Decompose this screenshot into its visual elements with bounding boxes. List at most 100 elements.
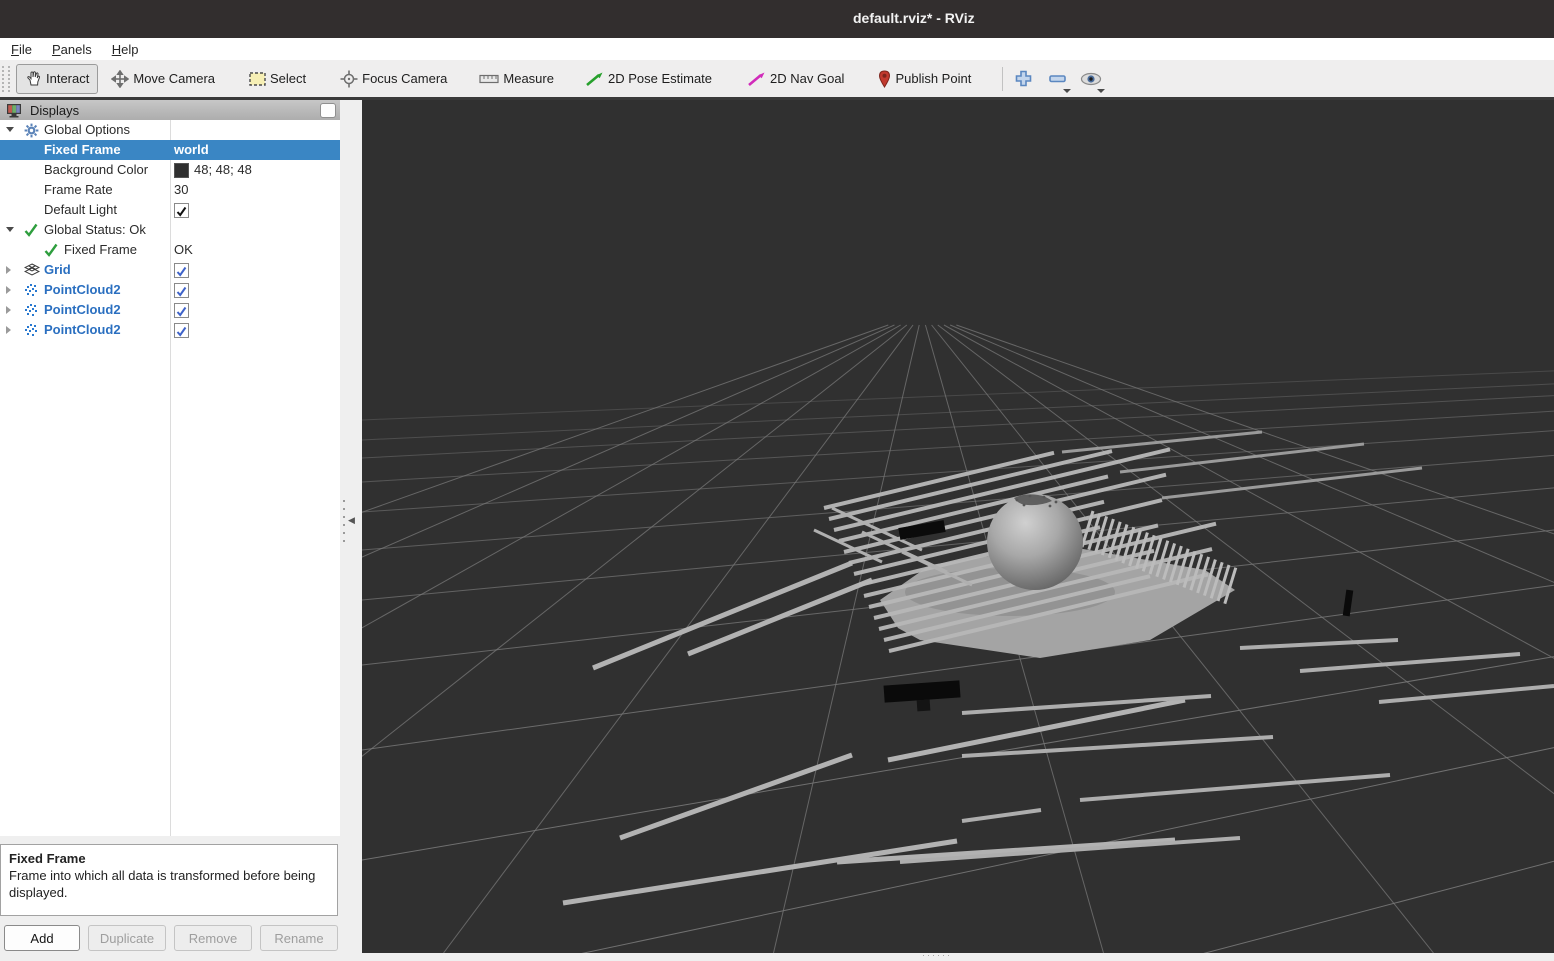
splitter-dots [343,500,345,548]
tool-label: 2D Pose Estimate [607,71,713,86]
tree-row-default-light[interactable]: Default Light [0,200,340,220]
zoom-in-button[interactable] [1009,64,1037,94]
row-label: Frame Rate [44,182,113,197]
row-label: PointCloud2 [44,322,121,337]
property-description: Fixed Frame Frame into which all data is… [0,844,338,916]
menu-panels[interactable]: Panels [49,42,95,57]
row-value[interactable]: 30 [174,180,188,200]
toolbar-drag-handle[interactable] [2,65,10,92]
row-label: Global Status: Ok [44,222,146,237]
row-value[interactable]: 48; 48; 48 [194,160,252,180]
toolbar: Interact Move Camera Select Focus Camera [0,60,1554,100]
description-body: Frame into which all data is transformed… [9,868,316,900]
tool-label: Select [270,71,307,86]
expander-down-icon[interactable] [6,227,14,232]
row-label: Fixed Frame [64,242,137,257]
hand-icon [27,71,41,86]
tool-label: Move Camera [133,71,215,86]
panel-float-button[interactable] [320,103,336,118]
tool-move-camera[interactable]: Move Camera [102,64,224,94]
row-label: PointCloud2 [44,282,121,297]
panel-splitter[interactable]: ◀ [340,100,362,961]
color-swatch[interactable] [174,163,189,178]
checkbox-checked[interactable] [174,283,189,298]
displays-panel-header[interactable]: Displays [0,100,340,120]
bottom-splitter-dots[interactable]: ······ [922,950,952,960]
chevron-down-icon[interactable] [1097,88,1106,93]
tool-label: 2D Nav Goal [770,71,845,86]
toolbar-separator [1002,66,1004,91]
row-label: Grid [44,262,71,277]
tree-row-frame-rate[interactable]: Frame Rate 30 [0,180,340,200]
pose-arrow-icon [586,72,603,86]
row-label: Global Options [44,122,130,137]
select-box-icon [249,71,266,86]
collapse-arrow-icon[interactable]: ◀ [348,515,355,526]
zoom-out-button[interactable] [1043,64,1072,94]
chevron-down-icon[interactable] [1063,88,1072,93]
checkbox-checked[interactable] [174,303,189,318]
green-check-icon [24,223,38,237]
tree-row-global-options[interactable]: Global Options [0,120,340,140]
menu-file[interactable]: File [8,42,35,57]
tree-row-background-color[interactable]: Background Color 48; 48; 48 [0,160,340,180]
row-label: Background Color [44,162,149,177]
viewport-3d[interactable] [0,100,1554,961]
add-button[interactable]: Add [4,925,80,951]
tool-interact[interactable]: Interact [16,63,99,94]
expander-right-icon[interactable] [6,286,11,294]
remove-button[interactable]: Remove [174,925,252,951]
displays-tree: Global Options Fixed Frame world Backgro… [0,120,341,836]
gear-icon [24,123,39,138]
tool-focus-camera[interactable]: Focus Camera [331,64,456,94]
black-rod [1342,589,1354,617]
tree-row-global-status[interactable]: Global Status: Ok [0,220,340,240]
checkbox-checked[interactable] [174,323,189,338]
move-arrows-icon [111,69,130,88]
tool-select[interactable]: Select [240,64,315,94]
tool-measure[interactable]: Measure [470,64,563,94]
render-options-button[interactable] [1077,64,1106,94]
nav-goal-arrow-icon [748,72,765,86]
panel-title: Displays [30,102,80,118]
tree-row-pointcloud2-1[interactable]: PointCloud2 [0,280,340,300]
tool-2d-pose-estimate[interactable]: 2D Pose Estimate [577,64,721,94]
tree-row-pointcloud2-2[interactable]: PointCloud2 [0,300,340,320]
menubar: File Panels Help [0,38,1554,60]
row-label: Default Light [44,202,117,217]
checkbox-checked[interactable] [174,203,189,218]
window-title: default.rviz* - RViz [853,10,975,26]
tree-row-fixed-frame[interactable]: Fixed Frame world [0,140,340,160]
grey-sphere [987,494,1083,590]
duplicate-button[interactable]: Duplicate [88,925,166,951]
tree-row-grid[interactable]: Grid [0,260,340,280]
expander-right-icon[interactable] [6,266,11,274]
tree-row-pointcloud2-3[interactable]: PointCloud2 [0,320,340,340]
description-title: Fixed Frame [9,851,86,866]
green-check-icon [44,243,58,257]
ruler-icon [479,74,499,83]
tool-label: Focus Camera [362,71,448,86]
tree-row-fixed-frame-status[interactable]: Fixed Frame OK [0,240,340,260]
rename-button[interactable]: Rename [260,925,338,951]
tool-2d-nav-goal[interactable]: 2D Nav Goal [739,64,853,94]
expander-down-icon[interactable] [6,127,14,132]
minus-icon [1049,74,1066,82]
map-pin-icon [879,69,891,88]
titlebar[interactable]: default.rviz* - RViz [0,0,1554,38]
checkbox-checked[interactable] [174,263,189,278]
focus-crosshair-icon [340,70,358,87]
bottom-strip: ······ [362,950,1554,961]
row-value: OK [174,242,193,257]
menu-help[interactable]: Help [109,42,142,57]
pointcloud-icon [25,304,37,316]
expander-right-icon[interactable] [6,326,11,334]
row-label: Fixed Frame [44,142,121,157]
monitor-icon [7,103,21,117]
expander-right-icon[interactable] [6,306,11,314]
black-box-2 [883,680,961,712]
row-value[interactable]: world [174,140,209,160]
row-label: PointCloud2 [44,302,121,317]
pointcloud-icon [25,324,37,336]
tool-publish-point[interactable]: Publish Point [869,64,980,94]
